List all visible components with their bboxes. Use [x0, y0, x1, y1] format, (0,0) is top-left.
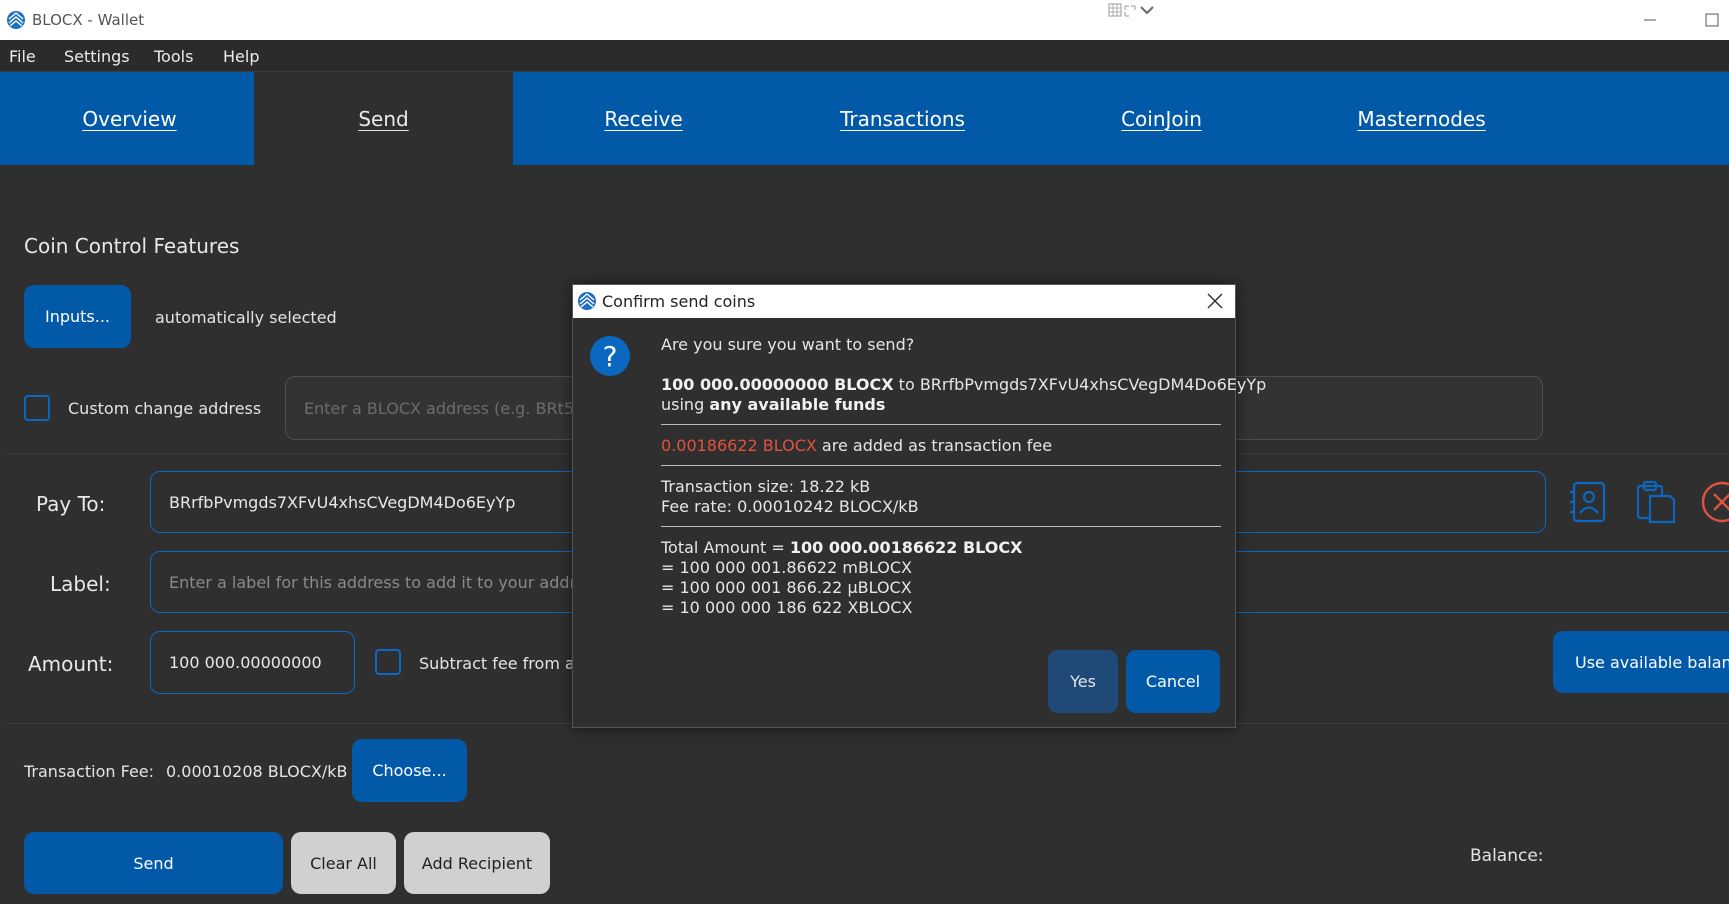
dialog-divider	[661, 424, 1221, 425]
choose-fee-button[interactable]: Choose...	[352, 739, 467, 802]
using-word: using	[661, 395, 710, 414]
label-label: Label:	[50, 572, 111, 596]
amount-value: 100 000.00000000	[169, 653, 322, 672]
total-ublocx: = 100 000 001 866.22 µBLOCX	[661, 578, 912, 597]
fee-rate: Fee rate: 0.00010242 BLOCX/kB	[661, 497, 919, 516]
dialog-divider	[661, 465, 1221, 466]
dialog-send-summary: 100 000.00000000 BLOCX to BRrfbPvmgds7XF…	[661, 375, 1266, 394]
confirm-send-dialog: Confirm send coins ? Are you sure you wa…	[572, 284, 1266, 728]
dialog-fee-line: 0.00186622 BLOCX are added as transactio…	[661, 436, 1052, 455]
to-word: to	[893, 375, 920, 394]
fee-suffix: are added as transaction fee	[816, 436, 1053, 455]
send-button[interactable]: Send	[24, 832, 283, 894]
change-address-placeholder: Enter a BLOCX address (e.g. BRt5jS	[304, 398, 589, 418]
transaction-fee-label: Transaction Fee:	[24, 762, 155, 781]
window-title: BLOCX - Wallet	[32, 11, 145, 29]
clear-all-button[interactable]: Clear All	[291, 832, 396, 894]
menu-settings[interactable]: Settings	[64, 47, 130, 66]
dialog-using-funds: using any available funds	[661, 395, 885, 414]
use-available-balance-button[interactable]: Use available balance	[1553, 631, 1729, 693]
using-funds: any available funds	[709, 395, 886, 414]
send-amount: 100 000.00000000 BLOCX	[661, 375, 894, 394]
dialog-question: Are you sure you want to send?	[661, 335, 915, 354]
subtract-fee-checkbox[interactable]	[375, 649, 401, 675]
pay-to-label: Pay To:	[36, 492, 106, 516]
question-icon: ?	[590, 336, 630, 376]
total-amount: Total Amount = 100 000.00186622 BLOCX	[661, 538, 1022, 557]
menu-file[interactable]: File	[9, 47, 36, 66]
title-bar: BLOCX - Wallet	[0, 0, 1729, 40]
menu-bar: File Settings Tools Help	[0, 40, 1729, 72]
total-mblocx: = 100 000 001.86622 mBLOCX	[661, 558, 912, 577]
tab-transactions-label: Transactions	[840, 106, 965, 131]
minimize-icon[interactable]	[1638, 8, 1662, 32]
blocx-logo-icon	[578, 292, 596, 310]
custom-change-checkbox[interactable]	[24, 395, 50, 421]
tx-size: Transaction size: 18.22 kB	[661, 477, 871, 496]
tab-send-label: Send	[358, 106, 409, 131]
tab-masternodes-label: Masternodes	[1357, 106, 1486, 131]
inputs-button[interactable]: Inputs...	[24, 285, 131, 348]
tab-receive-label: Receive	[604, 106, 683, 131]
coin-control-title: Coin Control Features	[24, 234, 240, 258]
paste-icon[interactable]	[1634, 480, 1678, 524]
cancel-button[interactable]: Cancel	[1126, 650, 1220, 713]
tab-coinjoin-label: CoinJoin	[1121, 106, 1202, 131]
tab-masternodes[interactable]: Masternodes	[1292, 72, 1551, 165]
custom-change-label: Custom change address	[68, 399, 262, 418]
amount-input[interactable]: 100 000.00000000	[150, 631, 355, 694]
remove-recipient-icon[interactable]	[1700, 480, 1729, 524]
yes-button[interactable]: Yes	[1048, 650, 1118, 713]
tab-overview[interactable]: Overview	[0, 72, 259, 165]
dialog-divider	[661, 526, 1221, 527]
pay-to-value: BRrfbPvmgds7XFvU4xhsCVegDM4Do6EyYp	[169, 492, 516, 512]
menu-help[interactable]: Help	[223, 47, 259, 66]
tab-bar: Overview Send Receive Transactions CoinJ…	[0, 72, 1729, 165]
add-recipient-button[interactable]: Add Recipient	[404, 832, 550, 894]
tab-overview-label: Overview	[82, 106, 177, 131]
tab-coinjoin[interactable]: CoinJoin	[1032, 72, 1291, 165]
coin-selection-status: automatically selected	[155, 308, 337, 327]
total-prefix: Total Amount =	[661, 538, 790, 557]
label-placeholder: Enter a label for this address to add it…	[169, 572, 603, 592]
maximize-icon[interactable]	[1700, 8, 1724, 32]
window-layout-icon[interactable]	[1108, 2, 1160, 18]
dialog-title: Confirm send coins	[602, 292, 756, 311]
fee-amount: 0.00186622 BLOCX	[661, 436, 817, 455]
blocx-logo-icon	[7, 11, 25, 29]
tab-transactions[interactable]: Transactions	[773, 72, 1032, 165]
to-address: BRrfbPvmgds7XFvU4xhsCVegDM4Do6EyYp	[919, 375, 1267, 394]
tab-send[interactable]: Send	[254, 72, 513, 165]
close-icon[interactable]	[1205, 291, 1225, 311]
menu-tools[interactable]: Tools	[154, 47, 193, 66]
subtract-fee-label: Subtract fee from am	[419, 654, 591, 673]
address-book-icon[interactable]	[1567, 480, 1611, 524]
total-bold: 100 000.00186622 BLOCX	[789, 538, 1023, 557]
total-xblocx: = 10 000 000 186 622 XBLOCX	[661, 598, 913, 617]
balance-label: Balance:	[1470, 846, 1544, 866]
transaction-fee-value: 0.00010208 BLOCX/kB	[166, 762, 348, 781]
dialog-title-bar: Confirm send coins	[573, 285, 1235, 318]
tab-receive[interactable]: Receive	[514, 72, 773, 165]
amount-label: Amount:	[28, 652, 114, 676]
